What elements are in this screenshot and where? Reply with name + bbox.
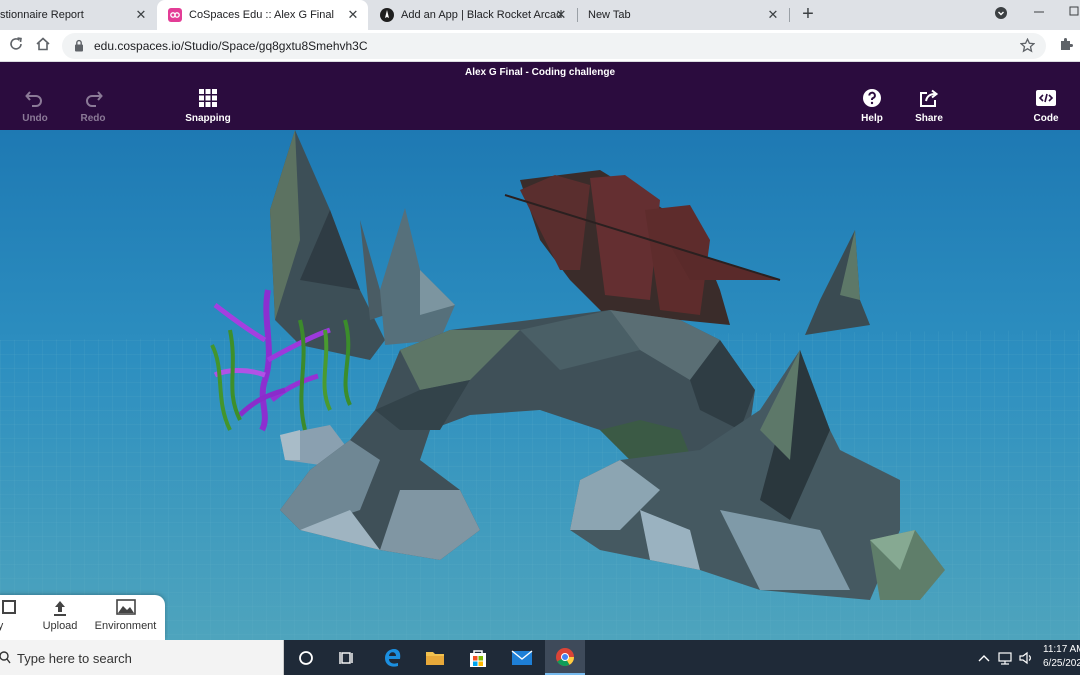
store-icon xyxy=(470,649,486,667)
new-tab-button[interactable]: + xyxy=(797,4,819,26)
upload-label: Upload xyxy=(42,620,78,632)
chrome-button[interactable] xyxy=(545,640,585,675)
bookmark-star-icon[interactable] xyxy=(1019,37,1036,58)
tab-label: stionnaire Report xyxy=(0,9,84,21)
help-icon xyxy=(842,88,902,110)
library-button[interactable]: ary xyxy=(0,599,18,632)
tab-search-icon[interactable] xyxy=(992,6,1010,24)
tab-cospaces[interactable]: CoSpaces Edu :: Alex G Final ✕ xyxy=(157,0,368,30)
volume-button[interactable] xyxy=(1018,640,1034,675)
underwater-scene xyxy=(0,130,1080,640)
tab-questionnaire-report[interactable]: stionnaire Report ✕ xyxy=(0,0,156,30)
clock-date: 6/25/202 xyxy=(1043,658,1080,669)
task-view-icon xyxy=(339,651,353,664)
edge-button[interactable] xyxy=(373,640,413,675)
store-button[interactable] xyxy=(458,640,498,675)
browser-toolbar: edu.cospaces.io/Studio/Space/gq8gxtu8Sme… xyxy=(0,30,1080,62)
snapping-label: Snapping xyxy=(185,113,231,124)
tab-new-tab[interactable]: New Tab ✕ xyxy=(578,0,788,30)
share-icon xyxy=(899,88,959,110)
library-label: ary xyxy=(0,620,4,632)
tab-separator xyxy=(789,8,790,22)
taskbar-search-box[interactable]: Type here to search xyxy=(0,640,284,675)
3d-scene-viewport[interactable] xyxy=(0,130,1080,640)
undo-icon xyxy=(5,88,65,110)
tab-label: New Tab xyxy=(588,9,631,21)
network-button[interactable] xyxy=(997,640,1013,675)
code-button[interactable]: Code xyxy=(1016,88,1076,126)
extensions-icon[interactable] xyxy=(1056,36,1076,56)
chevron-up-icon xyxy=(978,654,990,661)
app-header: Alex G Final - Coding challenge Undo Red… xyxy=(0,62,1080,130)
environment-icon xyxy=(88,599,163,617)
environment-label: Environment xyxy=(94,620,157,632)
library-icon xyxy=(0,599,18,617)
url-text: edu.cospaces.io/Studio/Space/gq8gxtu8Sme… xyxy=(94,39,368,53)
snapping-button[interactable]: Snapping xyxy=(178,88,238,126)
mail-icon xyxy=(511,649,533,665)
share-label: Share xyxy=(915,113,943,124)
redo-icon xyxy=(63,88,123,110)
bottom-tools-panel: ary Upload Environment xyxy=(0,595,165,640)
upload-button[interactable]: Upload xyxy=(38,599,82,632)
redo-button[interactable]: Redo xyxy=(63,88,123,126)
help-button[interactable]: Help xyxy=(842,88,902,126)
undo-button[interactable]: Undo xyxy=(5,88,65,126)
restore-icon[interactable] xyxy=(1066,6,1080,24)
file-explorer-button[interactable] xyxy=(415,640,455,675)
cortana-icon xyxy=(299,650,313,665)
search-placeholder: Type here to search xyxy=(17,651,132,666)
code-icon xyxy=(1016,88,1076,110)
reload-icon[interactable] xyxy=(6,36,26,56)
space-title: Alex G Final - Coding challenge xyxy=(464,67,616,78)
browser-tab-strip: stionnaire Report ✕ CoSpaces Edu :: Alex… xyxy=(0,0,1080,30)
clock-time: 11:17 AM xyxy=(1043,644,1080,655)
environment-button[interactable]: Environment xyxy=(88,599,163,632)
minimize-icon[interactable] xyxy=(1030,6,1048,24)
mail-button[interactable] xyxy=(502,640,542,675)
task-view-button[interactable] xyxy=(328,640,368,675)
redo-label: Redo xyxy=(80,113,106,124)
lock-icon xyxy=(74,39,84,57)
search-icon xyxy=(0,650,12,667)
close-icon[interactable]: ✕ xyxy=(346,8,360,22)
windows-taskbar: Type here to search 11:17 AM 6/25/202 xyxy=(0,640,1080,675)
chrome-icon xyxy=(556,647,574,666)
grid-icon xyxy=(178,88,238,110)
network-icon xyxy=(998,651,1012,665)
black-rocket-favicon-icon xyxy=(380,8,394,22)
folder-icon xyxy=(426,651,444,665)
close-icon[interactable]: ✕ xyxy=(766,8,780,22)
show-hidden-icons-button[interactable] xyxy=(978,640,990,675)
edge-icon xyxy=(385,648,401,667)
cospaces-favicon-icon xyxy=(168,8,182,22)
taskbar-clock[interactable]: 11:17 AM 6/25/202 xyxy=(1043,643,1080,671)
home-icon[interactable] xyxy=(33,36,53,56)
close-icon[interactable]: ✕ xyxy=(554,8,568,22)
address-bar[interactable]: edu.cospaces.io/Studio/Space/gq8gxtu8Sme… xyxy=(62,33,1046,59)
tab-black-rocket[interactable]: Add an App | Black Rocket Arcad ✕ xyxy=(369,0,576,30)
cortana-button[interactable] xyxy=(286,640,326,675)
volume-icon xyxy=(1019,651,1031,664)
upload-icon xyxy=(38,599,82,617)
tab-label: Add an App | Black Rocket Arcad xyxy=(401,9,563,21)
help-label: Help xyxy=(861,113,883,124)
undo-label: Undo xyxy=(22,113,48,124)
close-icon[interactable]: ✕ xyxy=(134,8,148,22)
code-label: Code xyxy=(1033,113,1059,124)
tab-label: CoSpaces Edu :: Alex G Final xyxy=(189,9,334,21)
share-button[interactable]: Share xyxy=(899,88,959,126)
